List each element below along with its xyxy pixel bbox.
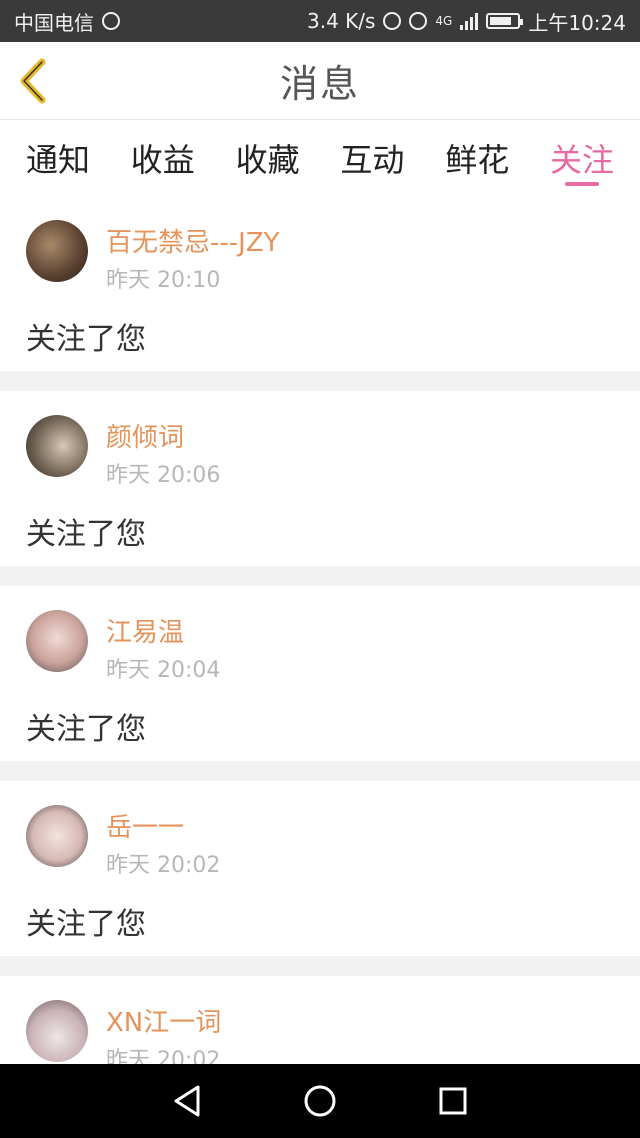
tab-favorites[interactable]: 收藏 — [236, 120, 300, 196]
nav-home-button[interactable] — [300, 1081, 340, 1121]
avatar[interactable] — [26, 610, 88, 672]
headphones-icon — [383, 12, 402, 30]
system-nav-bar — [0, 1064, 640, 1138]
back-button[interactable] — [14, 58, 54, 104]
carrier-label: 中国电信 — [14, 10, 94, 35]
hd-icon — [409, 12, 428, 30]
avatar[interactable] — [26, 1000, 88, 1062]
page-title: 消息 — [279, 62, 360, 106]
message-text: 关注了您 — [26, 712, 146, 747]
user-name[interactable]: 颜倾词 — [106, 417, 184, 454]
avatar[interactable] — [26, 220, 88, 282]
message-text: 关注了您 — [26, 322, 146, 357]
list-item[interactable]: XN江一词 昨天 20:02 — [0, 976, 640, 1064]
circle-home-icon — [304, 1085, 336, 1117]
status-left: 中国电信 — [14, 7, 120, 36]
avatar[interactable] — [26, 805, 88, 867]
message-text: 关注了您 — [26, 907, 146, 942]
tab-interactions[interactable]: 互动 — [340, 120, 404, 196]
tab-earnings[interactable]: 收益 — [131, 120, 195, 196]
message-text: 关注了您 — [26, 517, 146, 552]
tab-notifications[interactable]: 通知 — [26, 120, 90, 196]
timestamp: 昨天 20:02 — [106, 853, 221, 878]
timestamp: 昨天 20:10 — [106, 268, 221, 293]
signal-icon — [460, 12, 479, 30]
status-bar: 中国电信 3.4 K/s 4G 上午10:24 — [0, 0, 640, 42]
clock: 上午10:24 — [528, 10, 626, 35]
user-name[interactable]: 百无禁忌---JZY — [106, 222, 280, 259]
timestamp: 昨天 20:02 — [106, 1048, 221, 1064]
list-item[interactable]: 百无禁忌---JZY 昨天 20:10 关注了您 — [0, 196, 640, 371]
tab-flowers[interactable]: 鲜花 — [445, 120, 509, 196]
user-name[interactable]: XN江一词 — [106, 1002, 221, 1039]
chevron-left-icon — [20, 58, 46, 104]
app-header: 消息 — [0, 42, 640, 120]
network-speed: 3.4 K/s — [306, 9, 376, 33]
avatar[interactable] — [26, 415, 88, 477]
battery-icon — [486, 13, 524, 29]
tab-follows[interactable]: 关注 — [550, 120, 614, 196]
nav-recents-button[interactable] — [433, 1081, 473, 1121]
list-item[interactable]: 颜倾词 昨天 20:06 关注了您 — [0, 391, 640, 566]
list-item[interactable]: 江易温 昨天 20:04 关注了您 — [0, 586, 640, 761]
list-item[interactable]: 岳一一 昨天 20:02 关注了您 — [0, 781, 640, 956]
status-right: 3.4 K/s 4G 上午10:24 — [307, 7, 626, 36]
tab-bar: 通知 收益 收藏 互动 鲜花 关注 — [0, 120, 640, 196]
timestamp: 昨天 20:04 — [106, 658, 221, 683]
battery-fill — [490, 17, 512, 25]
globe-icon — [102, 12, 120, 30]
square-recents-icon — [439, 1087, 467, 1115]
user-name[interactable]: 江易温 — [106, 612, 184, 649]
message-list: 百无禁忌---JZY 昨天 20:10 关注了您 颜倾词 昨天 20:06 关注… — [0, 196, 640, 1064]
network-type: 4G — [435, 14, 453, 28]
triangle-back-icon — [174, 1085, 200, 1117]
timestamp: 昨天 20:06 — [106, 463, 221, 488]
nav-back-button[interactable] — [167, 1081, 207, 1121]
user-name[interactable]: 岳一一 — [106, 807, 184, 844]
